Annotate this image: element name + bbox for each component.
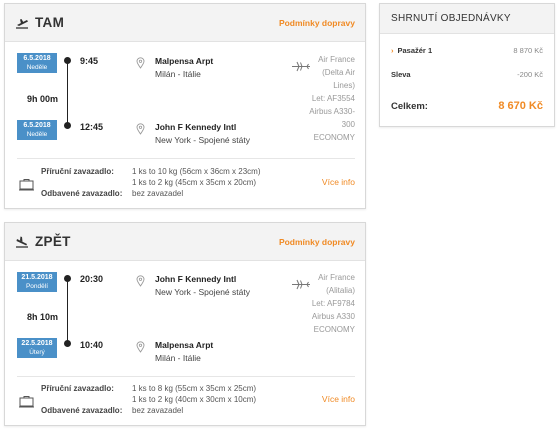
inbound-more-info-link[interactable]: Více info	[322, 394, 355, 404]
outbound-duration: 9h 00m	[27, 94, 59, 104]
checked-baggage-label: Odbavené zavazadlo:	[41, 406, 123, 415]
location-pin-icon	[136, 56, 145, 74]
inbound-departure-date-badge: 21.5.2018 Pondělí	[17, 272, 57, 292]
checked-baggage-value: bez zavazadel	[132, 406, 184, 415]
order-summary-card: SHRNUTÍ OBJEDNÁVKY › Pasažér 1 8 870 Kč …	[379, 3, 555, 127]
outbound-more-info-link[interactable]: Více info	[322, 177, 355, 187]
outbound-departure-time: 9:45	[80, 56, 99, 66]
inbound-timeline	[67, 278, 68, 343]
passenger-label: Pasažér 1	[397, 46, 433, 55]
total-value: 8 670 Kč	[498, 100, 543, 112]
outbound-arrival-airport: John F Kennedy Intl	[155, 122, 237, 132]
baggage-icon	[19, 178, 34, 196]
outbound-airline-info: Air France (Delta Air Lines) Let: AF3554…	[309, 55, 355, 142]
outbound-departure-airport: Malpensa Arpt	[155, 56, 214, 66]
location-pin-icon	[136, 340, 145, 358]
baggage-icon	[19, 395, 34, 413]
outbound-conditions-link[interactable]: Podmínky dopravy	[279, 18, 355, 28]
inbound-arrival-city: Milán - Itálie	[155, 353, 201, 363]
location-pin-icon	[136, 122, 145, 140]
plane-takeoff-icon	[15, 17, 29, 29]
cabin-baggage-label: Příruční zavazadlo:	[41, 384, 114, 393]
inbound-conditions-link[interactable]: Podmínky dopravy	[279, 237, 355, 247]
inbound-arrival-dot	[64, 340, 71, 347]
cabin-baggage-value: 1 ks to 10 kg (56cm x 36cm x 23cm)	[132, 167, 261, 176]
outbound-departure-date-badge: 6.5.2018 Neděle	[17, 53, 57, 73]
location-pin-icon	[136, 274, 145, 292]
outbound-arrival-dot	[64, 122, 71, 129]
passenger-price: 8 870 Kč	[513, 46, 543, 55]
discount-label: Sleva	[391, 70, 411, 79]
plane-landing-icon	[15, 236, 29, 248]
checked-baggage-label: Odbavené zavazadlo:	[41, 189, 123, 198]
outbound-title: TAM	[35, 15, 65, 30]
inbound-duration: 8h 10m	[27, 312, 59, 322]
outbound-baggage: Příruční zavazadlo: Odbavené zavazadlo: …	[17, 166, 355, 206]
inbound-itinerary: 21.5.2018 Pondělí 20:30 8h 10m 22.5.2018…	[5, 261, 365, 371]
outbound-flight-card: TAM Podmínky dopravy 6.5.2018 Neděle 9:4…	[4, 3, 366, 209]
outbound-arrival-time: 12:45	[80, 122, 104, 132]
cabin-baggage-label: Příruční zavazadlo:	[41, 167, 114, 176]
passenger-row[interactable]: › Pasažér 1 8 870 Kč	[391, 46, 543, 55]
outbound-arrival-city: New York - Spojené státy	[155, 135, 250, 145]
inbound-flight-card: ZPĚT Podmínky dopravy 21.5.2018 Pondělí …	[4, 222, 366, 426]
inbound-departure-city: New York - Spojené státy	[155, 287, 250, 297]
inbound-arrival-airport: Malpensa Arpt	[155, 340, 214, 350]
cabin-baggage-value: 1 ks to 8 kg (55cm x 35cm x 25cm)	[132, 384, 257, 393]
inbound-departure-time: 20:30	[80, 274, 104, 284]
outbound-timeline	[67, 60, 68, 125]
inbound-departure-dot	[64, 275, 71, 282]
inbound-departure-airport: John F Kennedy Intl	[155, 274, 237, 284]
total-row: Celkem: 8 670 Kč	[391, 100, 543, 112]
outbound-arrival-date-badge: 6.5.2018 Neděle	[17, 120, 57, 140]
chevron-right-icon: ›	[391, 46, 394, 55]
outbound-departure-dot	[64, 57, 71, 64]
outbound-departure-city: Milán - Itálie	[155, 69, 201, 79]
checked-baggage-value: bez zavazadel	[132, 189, 184, 198]
total-label: Celkem:	[391, 100, 428, 112]
inbound-arrival-date-badge: 22.5.2018 Úterý	[17, 338, 57, 358]
discount-value: -200 Kč	[517, 70, 543, 79]
inbound-arrival-time: 10:40	[80, 340, 104, 350]
inbound-baggage: Příruční zavazadlo: Odbavené zavazadlo: …	[17, 383, 355, 423]
order-summary-title: SHRNUTÍ OBJEDNÁVKY	[380, 4, 554, 34]
outbound-header: TAM Podmínky dopravy	[5, 4, 365, 42]
divider	[17, 376, 355, 377]
cabin-baggage-value: 1 ks to 2 kg (45cm x 35cm x 20cm)	[132, 178, 257, 187]
outbound-itinerary: 6.5.2018 Neděle 9:45 9h 00m 6.5.2018 Ned…	[5, 42, 365, 152]
cabin-baggage-value: 1 ks to 2 kg (40cm x 30cm x 10cm)	[132, 395, 257, 404]
inbound-header: ZPĚT Podmínky dopravy	[5, 223, 365, 261]
inbound-airline-info: Air France (Alitalia) Let: AF9784 Airbus…	[311, 273, 355, 334]
divider	[17, 158, 355, 159]
discount-row: Sleva -200 Kč	[391, 70, 543, 79]
inbound-title: ZPĚT	[35, 234, 71, 249]
